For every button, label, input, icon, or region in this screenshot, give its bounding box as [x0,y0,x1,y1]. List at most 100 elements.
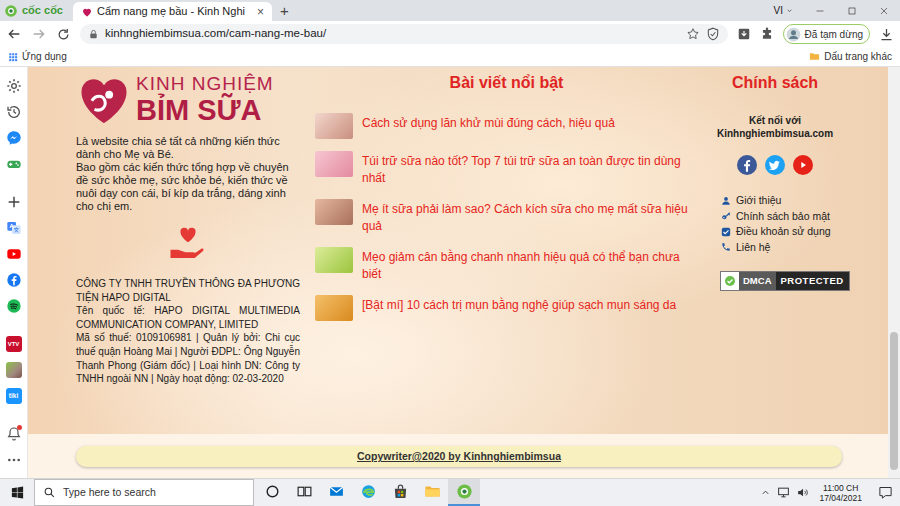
article-link[interactable]: [Bật mí] 10 cách trị mụn bằng nghệ giúp … [362,295,700,314]
policy-link-label: Liên hệ [736,240,770,256]
sidebar-item[interactable] [0,151,27,177]
article-link[interactable]: Túi trữ sữa nào tốt? Top 7 túi trữ sữa a… [362,151,700,187]
social-link[interactable] [737,155,757,175]
article-thumbnail[interactable] [315,295,353,321]
unread-dot [17,425,22,430]
article-link[interactable]: Mẹo giảm cân bằng chanh nhanh hiệu quả c… [362,247,700,283]
section-heading: Chính sách [700,73,850,93]
key-icon [721,211,731,221]
article-thumbnail[interactable] [315,151,353,177]
taskbar-app[interactable] [288,479,320,506]
profile-button[interactable]: Đã tạm dừng [783,24,870,44]
scrollbar[interactable] [888,67,900,478]
article-link[interactable]: Cách sử dụng lăn khử mùi đúng cách, hiệu… [362,113,700,132]
article-link[interactable]: Mẹ ít sữa phải làm sao? Cách kích sữa ch… [362,199,700,235]
article-thumbnail[interactable] [315,199,353,225]
company-line: Tên quốc tế: HAPO DIGITAL MULTIMEDIA COM… [76,304,300,331]
forward-icon [31,26,47,42]
network-button[interactable] [777,486,790,499]
search-input[interactable] [63,485,245,501]
maximize-button[interactable] [836,5,868,17]
article-thumbnail[interactable] [315,247,353,273]
spotify-icon [6,298,22,314]
social-link[interactable] [793,155,813,175]
facebook-icon [737,155,757,175]
bookmark-star-button[interactable] [686,27,700,41]
check-icon [721,227,731,237]
volume-button[interactable] [796,486,809,499]
sidebar-item[interactable] [0,267,27,293]
article-item[interactable]: [Bật mí] 10 cách trị mụn bằng nghệ giúp … [313,295,700,321]
taskbar-app[interactable] [384,479,416,506]
about-column: KINH NGHIỆMBỈM SỮA Là website chia sẻ tất… [76,73,300,434]
browser-tab[interactable]: Cẩm nang mẹ bầu - Kinh Nghi× [73,2,272,21]
copyright-link[interactable]: Copywriter@2020 by Kinhnghiembimsua [76,446,842,467]
sidebar-item[interactable] [0,99,27,125]
site-logo[interactable]: KINH NGHIỆMBỈM SỮA [76,73,300,125]
reload-button[interactable] [56,27,71,42]
gear-icon [6,78,22,94]
policy-link-label: Điều khoản sử dụng [736,224,831,240]
taskbar-app[interactable] [352,479,384,506]
user-icon [721,196,731,206]
close-window-button[interactable] [868,5,900,17]
tab-close-button[interactable]: × [257,6,264,18]
apps-grid-icon [8,52,18,62]
minimize-button[interactable] [804,5,836,17]
search-box[interactable] [34,479,254,506]
policy-link[interactable]: Điều khoản sử dụng [721,224,850,240]
taskbar-app[interactable] [256,479,288,506]
start-button[interactable] [0,479,34,506]
article-item[interactable]: Mẹ ít sữa phải làm sao? Cách kích sữa ch… [313,199,700,235]
article-item[interactable]: Cách sử dụng lăn khử mùi đúng cách, hiệu… [313,113,700,139]
article-item[interactable]: Túi trữ sữa nào tốt? Top 7 túi trữ sữa a… [313,151,700,187]
language-menu[interactable]: VI [770,3,798,18]
taskbar-app[interactable] [320,479,352,506]
taskbar-app[interactable] [416,479,448,506]
policy-link[interactable]: Liên hệ [721,240,850,256]
sidebar-item[interactable] [0,357,27,383]
new-tab-button[interactable]: + [272,3,297,18]
browser-logo[interactable]: cốc cốc [4,2,63,19]
company-line: Mã số thuế: 0109106981 | Quản lý bởi: Ch… [76,331,300,385]
sidebar-item[interactable] [0,73,27,99]
article-thumbnail[interactable] [315,113,353,139]
downloads-button[interactable] [879,27,894,42]
sidebar-item[interactable]: VTV [0,331,27,357]
history-icon [6,104,22,120]
coccoc-icon [456,483,473,500]
policy-link[interactable]: Giới thiệu [721,193,850,209]
sidebar-item[interactable] [0,125,27,151]
notification-button[interactable] [872,485,898,500]
sidebar-item[interactable]: tiki [0,383,27,409]
sidebar-item[interactable] [0,189,27,215]
taskbar-app[interactable] [448,479,480,506]
apps-bookmark[interactable]: Ứng dụng [8,49,67,64]
dmca-badge[interactable]: DMCAPROTECTED [720,271,850,291]
other-bookmarks[interactable]: Dấu trang khác [809,49,892,64]
scrollbar-thumb[interactable] [890,332,898,470]
sidebar-item[interactable] [0,421,27,447]
policy-column: Chính sáchKết nối vớiKinhnghiembimsua.co… [700,73,850,434]
taskbar: 11:00 CH17/04/2021 [0,478,900,506]
download-box-button[interactable] [737,27,751,41]
show-hidden-button[interactable] [760,487,771,498]
sidebar-item[interactable] [0,447,27,473]
coccoc-logo-icon [4,4,18,18]
article-item[interactable]: Mẹo giảm cân bằng chanh nhanh hiệu quả c… [313,247,700,283]
social-link[interactable] [765,155,785,175]
clock[interactable]: 11:00 CH17/04/2021 [815,483,866,503]
policy-link[interactable]: Chính sách bảo mật [721,209,850,225]
back-button[interactable] [6,26,22,42]
shield-button[interactable] [706,27,720,41]
extensions-button[interactable] [760,27,774,41]
profile-label: Đã tạm dừng [805,27,863,42]
brand-top: KINH NGHIỆM [136,73,274,95]
sidebar-item[interactable] [0,293,27,319]
forward-button[interactable] [31,26,47,42]
sidebar-item[interactable] [0,215,27,241]
shield-icon [706,27,720,41]
intro-text: Là website chia sẻ tất cả những kiến thứ… [76,135,300,161]
address-bar[interactable]: kinhnghiembimsua.com/cam-nang-me-bau/ [80,24,728,44]
sidebar-item[interactable] [0,241,27,267]
